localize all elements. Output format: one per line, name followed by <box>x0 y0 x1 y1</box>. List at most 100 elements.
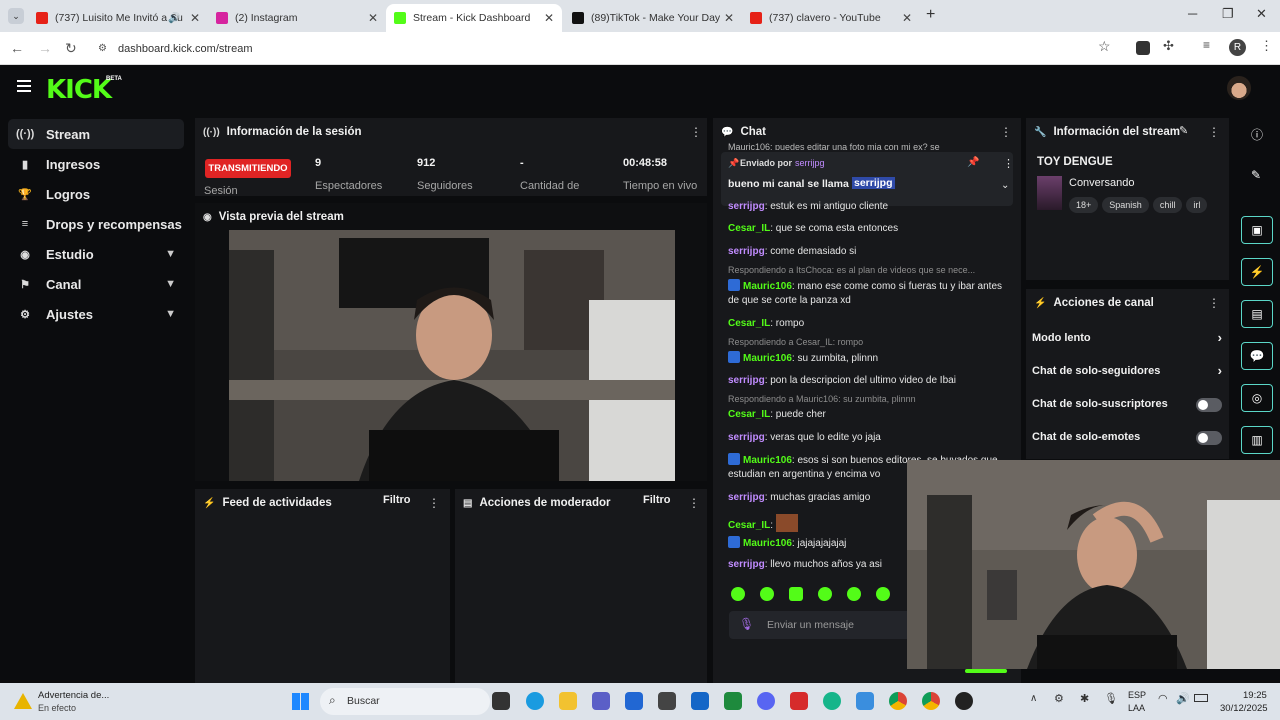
close-window-icon[interactable]: ✕ <box>1256 6 1267 22</box>
user-avatar[interactable] <box>1227 76 1251 100</box>
slow-mode-row[interactable]: Modo lento › <box>1032 330 1222 345</box>
close-tab-icon[interactable]: ✕ <box>544 11 554 25</box>
sidebar-item-estudio[interactable]: ◉ Estudio ▼ <box>8 239 184 269</box>
battery-icon[interactable] <box>1194 694 1208 702</box>
browser-tab-kick-dashboard[interactable]: Stream - Kick Dashboard ✕ <box>386 4 562 32</box>
chat-message[interactable]: serrijpg: pon la descripcion del ultimo … <box>728 374 1008 388</box>
new-tab-button[interactable]: + <box>926 6 935 24</box>
chat-message[interactable]: Cesar_IL: rompo <box>728 317 1008 331</box>
chat-username[interactable]: Mauric106 <box>743 281 792 292</box>
emotes-only-toggle[interactable] <box>1196 431 1222 445</box>
browser-tab-youtube-luisito[interactable]: (737) Luisito Me Invitó a Su 🔊 ✕ <box>28 4 208 32</box>
volume-icon[interactable]: 🔊 <box>1176 692 1190 705</box>
emote-icon[interactable] <box>760 587 774 601</box>
chat-message[interactable]: Cesar_IL: que se coma esta entonces <box>728 222 1008 236</box>
audio-icon[interactable]: 🔊 <box>168 13 180 24</box>
teams-icon[interactable] <box>592 692 610 710</box>
chevron-down-icon[interactable]: ▼ <box>165 278 176 290</box>
app-green-icon[interactable] <box>823 692 841 710</box>
xbox-icon[interactable] <box>724 692 742 710</box>
mod-filter-button[interactable]: Filtro <box>643 494 671 506</box>
chrome-icon[interactable] <box>889 692 907 710</box>
tag-18plus[interactable]: 18+ <box>1069 197 1099 213</box>
chat-username[interactable]: Mauric106 <box>743 538 792 549</box>
rail-button-document[interactable]: ▤ <box>1241 300 1273 328</box>
rail-button-layout[interactable]: ▥ <box>1241 426 1273 454</box>
bookmark-star-icon[interactable]: ☆ <box>1098 38 1111 55</box>
tray-app-icon[interactable]: ⚙ <box>1054 692 1064 705</box>
close-tab-icon[interactable]: ✕ <box>902 11 912 25</box>
app-red-icon[interactable] <box>790 692 808 710</box>
browser-menu-icon[interactable]: ⋮ <box>1260 38 1273 54</box>
pinned-message[interactable]: 📌 Enviado por serrijpg 📌 ⋮ bueno mi cana… <box>721 152 1014 206</box>
chat-message[interactable]: serrijpg: veras que lo edite yo jaja <box>728 431 1008 445</box>
weather-warning-icon[interactable] <box>14 693 32 709</box>
subscribers-only-row[interactable]: Chat de solo-suscriptores <box>1032 398 1222 412</box>
notepad-icon[interactable] <box>856 692 874 710</box>
chat-username[interactable]: Cesar_IL <box>728 318 770 329</box>
microphone-icon[interactable]: 🎙 <box>739 617 754 631</box>
sidebar-item-ingresos[interactable]: ▮ Ingresos <box>8 149 184 179</box>
rail-button-lightning[interactable]: ⚡ <box>1241 258 1273 286</box>
site-info-icon[interactable]: ⚙ <box>98 37 107 61</box>
channel-actions-menu-icon[interactable]: ⋮ <box>1208 296 1220 310</box>
media-control-icon[interactable]: ≡ <box>1203 38 1210 52</box>
subscribers-only-toggle[interactable] <box>1196 398 1222 412</box>
weather-title[interactable]: Advertencia de... <box>38 690 109 701</box>
tag-irl[interactable]: irl <box>1186 197 1208 213</box>
tray-bluetooth-icon[interactable]: ✱ <box>1080 692 1089 705</box>
hamburger-menu-icon[interactable] <box>17 80 31 92</box>
browser-tab-youtube-clavero[interactable]: (737) clavero - YouTube ✕ <box>742 4 920 32</box>
followers-only-row[interactable]: Chat de solo-seguidores › <box>1032 363 1222 378</box>
chat-username[interactable]: serrijpg <box>728 432 765 443</box>
reload-icon[interactable]: ↻ <box>65 40 77 57</box>
emote-icon[interactable] <box>876 587 890 601</box>
rail-button-chat[interactable]: 💬 <box>1241 342 1273 370</box>
chat-username[interactable]: Cesar_IL <box>728 409 770 420</box>
chevron-right-icon[interactable]: › <box>1218 363 1222 378</box>
edit-layout-icon[interactable]: ✎ <box>1251 168 1261 182</box>
stream-info-menu-icon[interactable]: ⋮ <box>1208 125 1220 139</box>
chat-username[interactable]: Cesar_IL <box>728 223 770 234</box>
chat-username[interactable]: Mauric106 <box>743 353 792 364</box>
webcam-overlay[interactable] <box>907 460 1280 669</box>
emote-icon[interactable] <box>847 587 861 601</box>
obs-icon[interactable] <box>955 692 973 710</box>
tag-spanish[interactable]: Spanish <box>1102 197 1149 213</box>
stream-preview-video[interactable] <box>229 230 675 481</box>
discord-icon[interactable] <box>757 692 775 710</box>
sidebar-item-drops[interactable]: ≡ Drops y recompensas <box>8 209 184 239</box>
sidebar-item-ajustes[interactable]: ⚙ Ajustes ▼ <box>8 299 184 329</box>
back-icon[interactable]: ← <box>10 40 24 56</box>
feed-filter-button[interactable]: Filtro <box>383 494 411 506</box>
chat-username[interactable]: Cesar_IL <box>728 520 770 531</box>
emote-icon[interactable] <box>818 587 832 601</box>
emotes-only-row[interactable]: Chat de solo-emotes <box>1032 431 1222 445</box>
chrome-active-icon[interactable] <box>922 692 940 710</box>
tray-mic-icon[interactable]: 🎙 <box>1104 692 1118 705</box>
rail-button-1[interactable]: ▣ <box>1241 216 1273 244</box>
chat-username[interactable]: serrijpg <box>728 559 765 570</box>
chevron-down-icon[interactable]: ▼ <box>165 248 176 260</box>
close-tab-icon[interactable]: ✕ <box>368 11 378 25</box>
chat-username[interactable]: serrijpg <box>728 201 765 212</box>
browser-tab-instagram[interactable]: (2) Instagram ✕ <box>208 4 386 32</box>
rail-button-broadcast[interactable]: ◎ <box>1241 384 1273 412</box>
chat-message[interactable]: Mauric106: su zumbita, plinnn <box>728 351 1008 366</box>
chat-username[interactable]: serrijpg <box>728 246 765 257</box>
sidebar-item-logros[interactable]: 🏆 Logros <box>8 179 184 209</box>
chat-menu-icon[interactable]: ⋮ <box>1000 125 1012 139</box>
session-menu-icon[interactable]: ⋮ <box>690 125 702 139</box>
store-icon[interactable] <box>625 692 643 710</box>
wifi-icon[interactable]: ◠ <box>1158 692 1168 705</box>
file-explorer-icon[interactable] <box>559 692 577 710</box>
chevron-down-icon[interactable]: ⌄ <box>1001 180 1009 191</box>
chevron-down-icon[interactable]: ▼ <box>165 308 176 320</box>
minimize-icon[interactable]: ─ <box>1188 6 1197 21</box>
url-field[interactable]: ⚙ dashboard.kick.com/stream <box>90 37 1120 61</box>
forward-icon[interactable]: → <box>38 40 52 56</box>
mod-menu-icon[interactable]: ⋮ <box>688 496 700 510</box>
close-tab-icon[interactable]: ✕ <box>190 11 200 25</box>
taskbar-search[interactable]: ⌕ Buscar <box>320 688 490 715</box>
maximize-icon[interactable]: ❐ <box>1222 6 1234 22</box>
